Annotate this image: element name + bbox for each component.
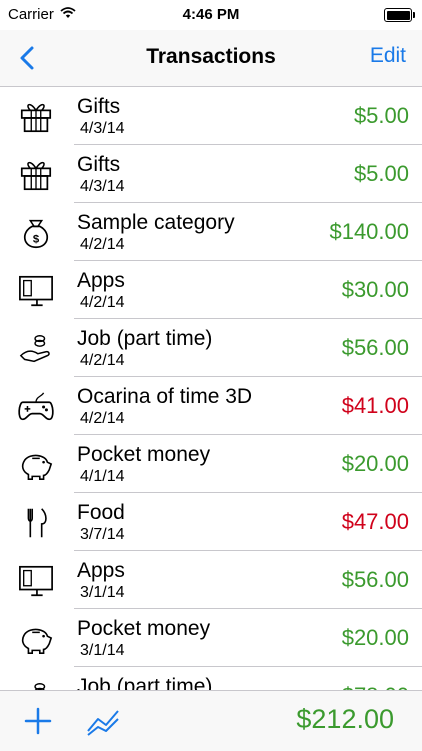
transaction-row[interactable]: $ Sample category 4/2/14 $140.00	[0, 203, 422, 261]
money-bag-icon: $	[16, 215, 56, 251]
transaction-amount: $56.00	[341, 335, 409, 360]
navigation-bar: Transactions Edit	[0, 30, 422, 87]
chart-button[interactable]	[86, 705, 122, 737]
transaction-amount: $20.00	[341, 625, 409, 650]
transaction-amount: $5.00	[353, 161, 409, 186]
transaction-row[interactable]: Pocket money 3/1/14 $20.00	[0, 609, 422, 667]
transaction-amount: $47.00	[341, 509, 409, 534]
transaction-row[interactable]: Ocarina of time 3D 4/2/14 $41.00	[0, 377, 422, 435]
transaction-title: Job (part time)	[77, 327, 213, 350]
transaction-row[interactable]: Job (part time) $78.00	[0, 667, 422, 690]
transaction-title: Apps	[77, 269, 125, 292]
gift-icon	[16, 99, 56, 135]
plus-icon	[24, 707, 52, 735]
gift-icon	[16, 157, 56, 193]
transaction-date: 4/2/14	[80, 410, 125, 427]
piggy-bank-icon	[16, 621, 56, 657]
status-bar: Carrier 4:46 PM	[0, 0, 422, 30]
transaction-date: 4/3/14	[80, 178, 125, 195]
status-time: 4:46 PM	[182, 6, 240, 23]
edit-button[interactable]: Edit	[370, 44, 406, 68]
fork-knife-icon	[16, 505, 56, 541]
transaction-amount: $56.00	[341, 567, 409, 592]
svg-text:$: $	[33, 233, 40, 245]
transaction-title: Food	[77, 501, 125, 524]
transaction-date: 4/2/14	[80, 294, 125, 311]
transaction-date: 3/1/14	[80, 584, 125, 601]
transaction-row[interactable]: Job (part time) 4/2/14 $56.00	[0, 319, 422, 377]
hand-coins-icon	[16, 331, 56, 367]
transaction-row[interactable]: Apps 3/1/14 $56.00	[0, 551, 422, 609]
transaction-row[interactable]: Gifts 4/3/14 $5.00	[0, 145, 422, 203]
transaction-date: 3/1/14	[80, 642, 125, 659]
transaction-date: 4/2/14	[80, 236, 125, 253]
transaction-title: Gifts	[77, 153, 121, 176]
trend-chart-icon	[87, 710, 119, 736]
total-balance: $212.00	[296, 704, 394, 734]
transaction-title: Gifts	[77, 95, 121, 118]
transaction-date: 4/3/14	[80, 120, 125, 137]
transaction-title: Pocket money	[77, 443, 211, 466]
transaction-title: Ocarina of time 3D	[77, 385, 253, 408]
transaction-amount: $78.00	[342, 683, 409, 690]
transaction-title: Apps	[77, 559, 125, 582]
transaction-row[interactable]: Food 3/7/14 $47.00	[0, 493, 422, 551]
transaction-amount: $140.00	[329, 219, 409, 244]
transaction-date: 3/7/14	[80, 526, 125, 543]
computer-icon	[16, 563, 56, 599]
transaction-amount: $30.00	[341, 277, 409, 302]
transaction-amount: $5.00	[353, 103, 409, 128]
transaction-amount: $41.00	[341, 393, 409, 418]
battery-icon	[384, 8, 415, 22]
computer-icon	[16, 273, 56, 309]
transaction-title: Sample category	[77, 211, 235, 234]
transaction-list: Gifts 4/3/14 $5.00 Gifts 4/3/14 $5.00 $ Sample …	[0, 87, 422, 690]
transaction-row[interactable]: Gifts 4/3/14 $5.00	[0, 87, 422, 145]
gamepad-icon	[16, 389, 56, 425]
add-transaction-button[interactable]	[24, 707, 52, 735]
transaction-amount: $20.00	[341, 451, 409, 476]
bottom-toolbar: $212.00	[0, 690, 422, 751]
transaction-row[interactable]: Apps 4/2/14 $30.00	[0, 261, 422, 319]
transaction-title: Job (part time)	[77, 675, 213, 690]
piggy-bank-icon	[16, 447, 56, 483]
page-title: Transactions	[146, 45, 276, 68]
transaction-title: Pocket money	[77, 617, 211, 640]
hand-coins-icon	[16, 679, 56, 690]
transaction-date: 4/2/14	[80, 352, 125, 369]
transaction-date: 4/1/14	[80, 468, 125, 485]
transaction-row[interactable]: Pocket money 4/1/14 $20.00	[0, 435, 422, 493]
